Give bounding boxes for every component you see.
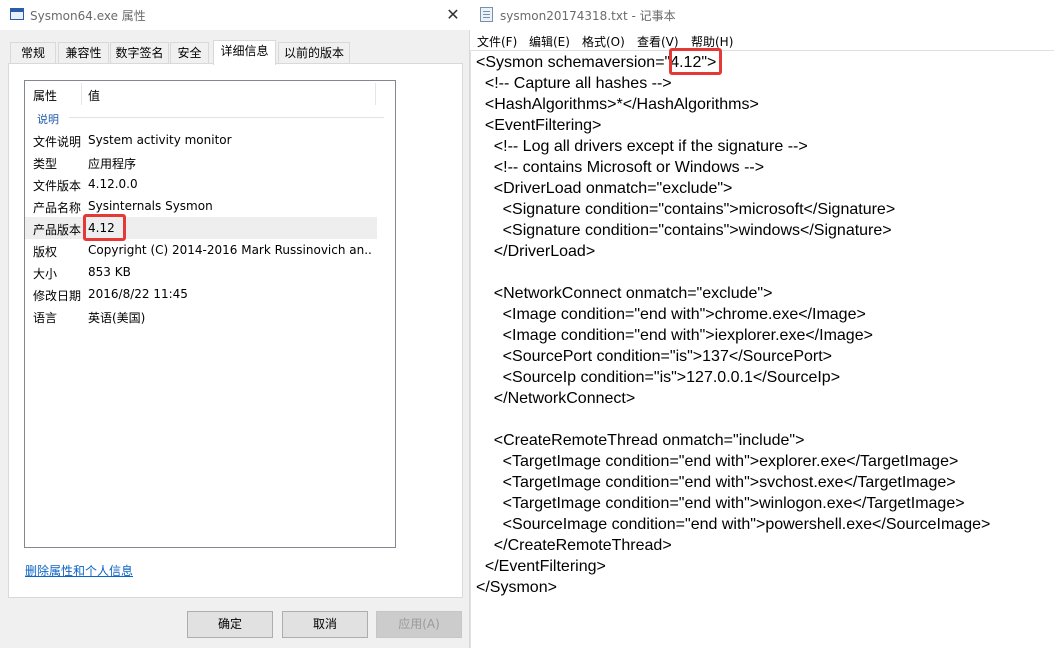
column-divider[interactable]	[375, 83, 376, 105]
text-line: <TargetImage condition="end with">svchos…	[476, 474, 956, 491]
row-key: 文件说明	[33, 135, 82, 149]
group-divider	[69, 117, 384, 118]
text-line: <EventFiltering>	[476, 117, 602, 134]
close-icon[interactable]: ✕	[436, 2, 470, 28]
tab-security[interactable]: 安全	[170, 42, 209, 64]
row-value: 英语(美国)	[88, 311, 146, 325]
tab-compatibility[interactable]: 兼容性	[58, 42, 109, 64]
row-key: 版权	[33, 245, 58, 259]
tab-digital-signatures[interactable]: 数字签名	[110, 42, 169, 64]
column-value[interactable]: 值	[88, 87, 100, 104]
text-line: <SourcePort condition="is">137</SourcePo…	[476, 348, 833, 365]
text-line: <SourceImage condition="end with">powers…	[476, 516, 991, 533]
row-key: 修改日期	[33, 289, 82, 303]
row-value: Sysinternals Sysmon	[88, 199, 213, 213]
properties-title: Sysmon64.exe 属性	[30, 9, 146, 23]
details-list[interactable]: 属性 值 说明 文件说明 System activity monitor 类型 …	[24, 80, 396, 548]
group-header-description: 说明	[37, 113, 59, 126]
row-key: 产品版本	[33, 223, 82, 237]
notepad-title: sysmon20174318.txt - 记事本	[500, 9, 676, 23]
remove-properties-link[interactable]: 删除属性和个人信息	[25, 562, 133, 579]
cancel-button[interactable]: 取消	[282, 611, 368, 638]
properties-titlebar: Sysmon64.exe 属性 ✕	[0, 0, 470, 30]
row-key: 语言	[33, 311, 58, 325]
text-line: <SourceIp condition="is">127.0.0.1</Sour…	[476, 369, 841, 386]
apply-button[interactable]: 应用(A)	[376, 611, 462, 638]
text-line: <TargetImage condition="end with">explor…	[476, 453, 959, 470]
text-line: <HashAlgorithms>*</HashAlgorithms>	[476, 96, 759, 113]
row-value: System activity monitor	[88, 133, 232, 147]
text-line: <Image condition="end with">chrome.exe</…	[476, 306, 866, 323]
tab-previous-versions[interactable]: 以前的版本	[278, 42, 350, 64]
list-row[interactable]: 修改日期 2016/8/22 11:45	[25, 283, 377, 305]
list-row[interactable]: 产品名称 Sysinternals Sysmon	[25, 195, 377, 217]
notepad-titlebar: sysmon20174318.txt - 记事本	[470, 0, 1054, 30]
menu-edit[interactable]: 编辑(E)	[529, 33, 570, 50]
text-line: </DriverLoad>	[476, 243, 596, 260]
text-line: </Sysmon>	[476, 579, 557, 596]
list-row[interactable]: 类型 应用程序	[25, 151, 377, 173]
menu-bar: 文件(F) 编辑(E) 格式(O) 查看(V) 帮助(H)	[470, 30, 1054, 50]
text-line: <!-- contains Microsoft or Windows -->	[476, 159, 765, 176]
tab-details[interactable]: 详细信息	[213, 40, 276, 65]
window-app-icon	[10, 8, 24, 20]
ok-button[interactable]: 确定	[187, 611, 273, 638]
text-line: <Sysmon schemaversion="4.12">	[476, 54, 717, 71]
properties-dialog: Sysmon64.exe 属性 ✕ 常规 兼容性 数字签名 安全 详细信息 以前…	[0, 0, 470, 648]
row-value: 2016/8/22 11:45	[88, 287, 188, 301]
row-key: 类型	[33, 157, 58, 171]
row-key: 文件版本	[33, 179, 82, 193]
text-line: <Image condition="end with">iexplorer.ex…	[476, 327, 873, 344]
text-line: <Signature condition="contains">windows<…	[476, 222, 892, 239]
row-key: 产品名称	[33, 201, 82, 215]
details-tab-page: 属性 值 说明 文件说明 System activity monitor 类型 …	[8, 63, 463, 598]
text-line: <!-- Log all drivers except if the signa…	[476, 138, 808, 155]
text-line: <NetworkConnect onmatch="exclude">	[476, 285, 773, 302]
text-line: <!-- Capture all hashes -->	[476, 75, 672, 92]
menu-format[interactable]: 格式(O)	[582, 33, 625, 50]
row-value: 4.12.0.0	[88, 177, 138, 191]
column-property[interactable]: 属性	[33, 87, 57, 104]
text-line: </NetworkConnect>	[476, 390, 636, 407]
text-line: <DriverLoad onmatch="exclude">	[476, 180, 733, 197]
text-line: <CreateRemoteThread onmatch="include">	[476, 432, 805, 449]
notepad-window: sysmon20174318.txt - 记事本 文件(F) 编辑(E) 格式(…	[470, 0, 1054, 648]
row-value: 853 KB	[88, 265, 131, 279]
list-header: 属性 值	[25, 81, 395, 107]
text-line: </CreateRemoteThread>	[476, 537, 672, 554]
notepad-icon	[480, 7, 493, 22]
column-divider[interactable]	[81, 83, 82, 105]
text-line: <TargetImage condition="end with">winlog…	[476, 495, 965, 512]
menu-view[interactable]: 查看(V)	[637, 33, 679, 50]
list-row[interactable]: 文件版本 4.12.0.0	[25, 173, 377, 195]
text-line: </EventFiltering>	[476, 558, 606, 575]
list-row[interactable]: 语言 英语(美国)	[25, 305, 377, 327]
row-value: Copyright (C) 2014-2016 Mark Russinovich…	[88, 243, 373, 257]
row-value: 应用程序	[88, 157, 137, 171]
row-key: 大小	[33, 267, 58, 281]
row-value: 4.12	[88, 221, 115, 235]
tab-general[interactable]: 常规	[10, 42, 56, 64]
menu-help[interactable]: 帮助(H)	[691, 33, 733, 50]
list-row[interactable]: 大小 853 KB	[25, 261, 377, 283]
menu-file[interactable]: 文件(F)	[477, 33, 517, 50]
list-row-selected[interactable]: 产品版本 4.12	[25, 217, 377, 239]
list-row[interactable]: 文件说明 System activity monitor	[25, 129, 377, 151]
text-editor[interactable]: <Sysmon schemaversion="4.12"> <!-- Captu…	[470, 50, 1054, 648]
list-row[interactable]: 版权 Copyright (C) 2014-2016 Mark Russinov…	[25, 239, 377, 261]
text-line: <Signature condition="contains">microsof…	[476, 201, 896, 218]
